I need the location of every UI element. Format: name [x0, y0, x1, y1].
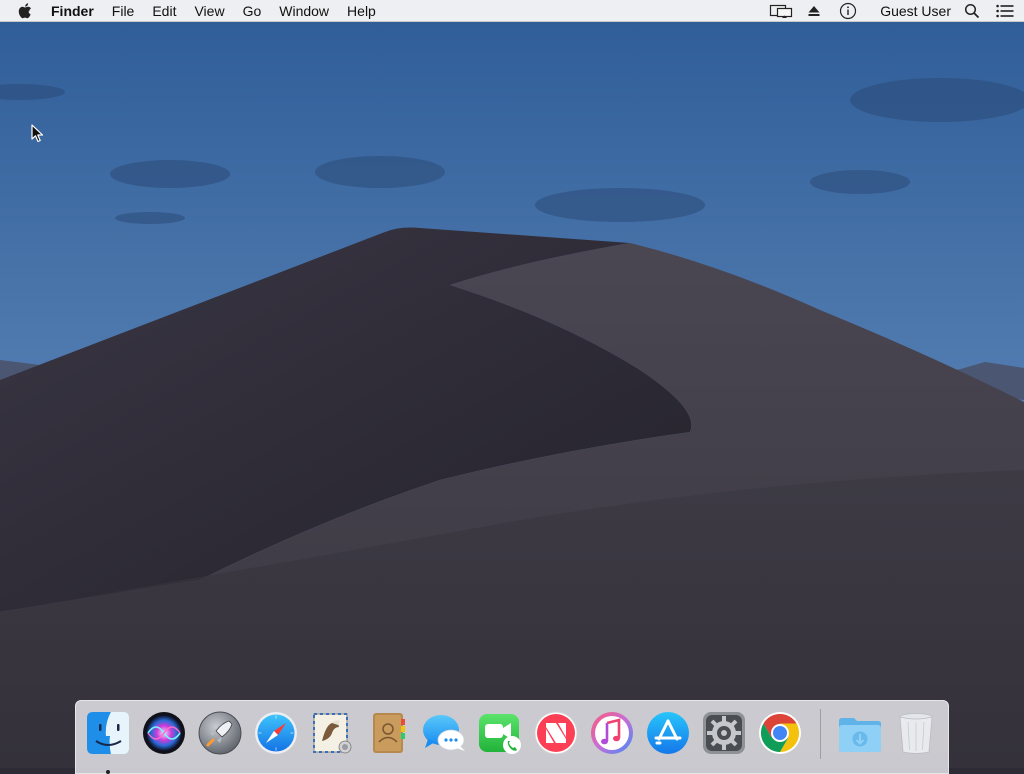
menu-view[interactable]: View: [185, 0, 233, 22]
menu-bar-left: Finder File Edit View Go Window Help: [0, 0, 385, 22]
dock-app-store[interactable]: [644, 709, 692, 759]
dock-mail[interactable]: [308, 709, 356, 759]
dock-itunes[interactable]: [588, 709, 636, 759]
notification-center-icon[interactable]: [996, 0, 1014, 22]
menu-window[interactable]: Window: [270, 0, 338, 22]
dock-downloads[interactable]: [836, 709, 884, 759]
mail-icon: [313, 713, 352, 754]
dock-trash[interactable]: [892, 709, 940, 759]
dock-contacts[interactable]: [364, 709, 412, 759]
dock: [75, 700, 949, 774]
chrome-icon: [759, 712, 801, 754]
dock-launchpad[interactable]: [196, 709, 244, 759]
dock-finder[interactable]: [84, 709, 132, 774]
spotlight-search-icon[interactable]: [964, 0, 980, 22]
user-menu[interactable]: Guest User: [871, 0, 960, 22]
eject-icon[interactable]: [807, 0, 821, 22]
dock-safari[interactable]: [252, 709, 300, 759]
menu-file[interactable]: File: [103, 0, 144, 22]
dock-facetime[interactable]: [476, 709, 524, 759]
menu-app-name[interactable]: Finder: [42, 0, 103, 22]
dock-separator: [820, 709, 821, 759]
dock-messages[interactable]: [420, 709, 468, 759]
dock-news[interactable]: [532, 709, 580, 759]
trash-icon: [899, 713, 933, 754]
news-icon: [534, 711, 578, 755]
dock-system-preferences[interactable]: [700, 709, 748, 759]
launchpad-icon: [198, 711, 242, 755]
running-indicator: [106, 770, 110, 774]
menu-bar-right: Guest User: [759, 0, 1024, 22]
itunes-icon: [591, 712, 633, 754]
menu-go[interactable]: Go: [234, 0, 271, 22]
info-icon[interactable]: [839, 0, 857, 22]
safari-icon: [255, 712, 297, 754]
menu-help[interactable]: Help: [338, 0, 385, 22]
mouse-cursor-icon: [31, 124, 44, 143]
facetime-icon: [479, 714, 521, 754]
desktop-wallpaper: [0, 0, 1024, 768]
dock-google-chrome[interactable]: [756, 709, 804, 759]
messages-icon: [423, 715, 465, 751]
menu-bar: Finder File Edit View Go Window Help Gue…: [0, 0, 1024, 22]
dock-siri[interactable]: [140, 709, 188, 759]
app-store-icon: [647, 712, 689, 754]
apple-logo-icon[interactable]: [0, 0, 42, 22]
downloads-folder-icon: [839, 718, 881, 752]
system-preferences-icon: [703, 712, 745, 754]
menu-edit[interactable]: Edit: [143, 0, 185, 22]
siri-icon: [143, 712, 185, 754]
display-mirroring-icon[interactable]: [769, 0, 793, 22]
finder-icon: [87, 712, 129, 754]
contacts-icon: [373, 713, 405, 753]
